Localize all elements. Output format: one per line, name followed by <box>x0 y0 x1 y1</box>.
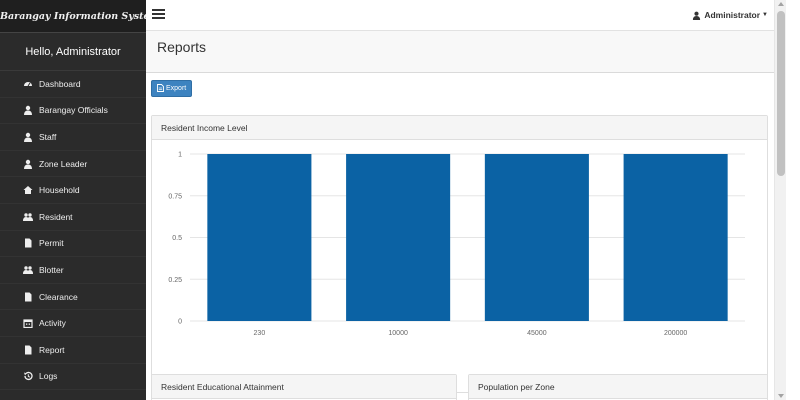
history-icon <box>23 371 33 381</box>
panel-title: Resident Educational Attainment <box>152 375 456 399</box>
chart-bar <box>623 154 728 321</box>
sidebar-nav: Dashboard Barangay Officials Staff Zone … <box>0 71 146 391</box>
sidebar-item-label: Activity <box>39 318 66 329</box>
export-button[interactable]: Export <box>151 80 193 97</box>
export-button-label: Export <box>166 85 187 92</box>
sidebar-item-label: Logs <box>39 371 58 382</box>
user-menu[interactable]: Administrator ▼ <box>692 10 768 20</box>
y-tick-label: 0.75 <box>168 193 182 200</box>
sidebar-item-label: Staff <box>39 131 57 142</box>
main-content: Reports Export Resident Income Level 0 0.… <box>146 31 774 400</box>
dashboard-icon <box>23 79 33 89</box>
y-tick-label: 1 <box>178 152 182 159</box>
sidebar-item-label: Permit <box>39 238 64 249</box>
chart-bar <box>484 154 589 321</box>
calendar-icon <box>23 318 33 329</box>
user-icon <box>692 11 701 20</box>
file-icon <box>23 238 33 248</box>
sidebar-item-report[interactable]: Report <box>0 337 146 364</box>
user-icon <box>23 159 33 169</box>
y-tick-label: 0 <box>178 319 182 326</box>
scroll-up-icon[interactable] <box>778 2 784 6</box>
y-tick-label: 0.25 <box>168 277 182 284</box>
chart-bar <box>207 154 312 321</box>
scrollbar-thumb[interactable] <box>777 11 785 176</box>
user-icon <box>23 105 33 116</box>
sidebar-item-staff[interactable]: Staff <box>0 124 146 151</box>
file-text-icon <box>157 83 164 94</box>
sidebar-item-activity[interactable]: Activity <box>0 310 146 337</box>
panel-title: Population per Zone <box>469 375 767 399</box>
user-icon <box>23 132 33 142</box>
x-tick-label: 230 <box>254 330 266 337</box>
menu-toggle-icon[interactable] <box>152 9 165 20</box>
panel-title: Resident Income Level <box>152 116 767 140</box>
page-scrollbar[interactable] <box>774 0 786 400</box>
income-bar-chart: 0 0.25 0.5 0.75 1 230 10000 45000 200000 <box>168 152 745 337</box>
x-tick-label: 200000 <box>664 330 687 337</box>
page-title: Reports <box>157 39 207 55</box>
sidebar-item-dashboard[interactable]: Dashboard <box>0 71 146 98</box>
x-tick-label: 45000 <box>527 330 547 337</box>
sidebar-item-zone-leader[interactable]: Zone Leader <box>0 151 146 178</box>
population-per-zone-panel: Population per Zone <box>468 374 768 400</box>
sidebar-item-resident[interactable]: Resident <box>0 204 146 231</box>
chart-bar <box>346 154 451 321</box>
scroll-down-icon[interactable] <box>778 394 784 398</box>
sidebar-item-label: Blotter <box>39 264 64 275</box>
sidebar-item-blotter[interactable]: Blotter <box>0 257 146 284</box>
sidebar-item-label: Zone Leader <box>39 158 88 169</box>
sidebar-item-label: Household <box>39 185 80 196</box>
users-icon <box>23 212 33 222</box>
home-icon <box>23 185 33 195</box>
app-brand[interactable]: Barangay Information System <box>0 0 160 33</box>
sidebar-item-label: Dashboard <box>39 78 81 89</box>
y-tick-label: 0.5 <box>172 235 182 242</box>
top-bar: Administrator ▼ <box>146 0 774 31</box>
file-icon <box>23 292 33 302</box>
caret-down-icon: ▼ <box>762 12 768 18</box>
sidebar-item-label: Barangay Officials <box>39 105 108 116</box>
sidebar-item-label: Report <box>39 344 65 355</box>
sidebar-item-clearance[interactable]: Clearance <box>0 284 146 311</box>
users-icon <box>23 265 33 275</box>
educational-attainment-panel: Resident Educational Attainment <box>151 374 457 400</box>
x-tick-label: 10000 <box>388 330 408 337</box>
sidebar-item-permit[interactable]: Permit <box>0 231 146 258</box>
page-header: Reports <box>146 31 774 73</box>
sidebar-item-label: Clearance <box>39 291 78 302</box>
sidebar-item-label: Resident <box>39 211 73 222</box>
sidebar: Barangay Information System Hello, Admin… <box>0 0 160 400</box>
sidebar-item-logs[interactable]: Logs <box>0 364 146 391</box>
app-window: Barangay Information System Hello, Admin… <box>0 0 800 400</box>
income-level-panel: Resident Income Level 0 0.25 0.5 0.75 1 230 10… <box>151 115 768 393</box>
file-icon <box>23 345 33 355</box>
user-menu-label: Administrator <box>704 10 761 20</box>
greeting: Hello, Administrator <box>0 33 146 71</box>
sidebar-item-barangay-officials[interactable]: Barangay Officials <box>0 98 146 125</box>
sidebar-item-household[interactable]: Household <box>0 177 146 204</box>
